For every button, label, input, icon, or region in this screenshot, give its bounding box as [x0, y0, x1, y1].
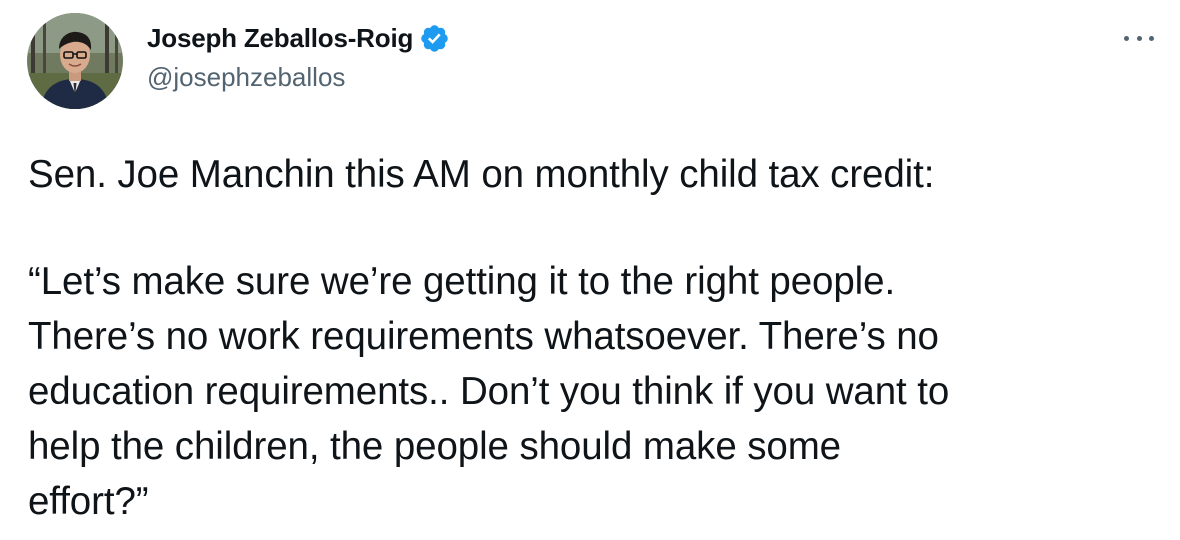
more-dot	[1149, 35, 1154, 41]
tweet-text-line: education requirements.. Don’t you think…	[28, 370, 950, 413]
more-dot	[1124, 35, 1129, 41]
more-dot	[1136, 35, 1142, 41]
author-handle[interactable]: @josephzeballos	[147, 62, 450, 93]
tweet-card: Joseph Zeballos-Roig @josephzeballos Sen…	[0, 0, 1180, 540]
verified-badge-icon	[419, 23, 450, 54]
author-display-name[interactable]: Joseph Zeballos-Roig	[147, 23, 413, 54]
author-name-row: Joseph Zeballos-Roig	[147, 22, 450, 54]
tweet-text-line: “Let’s make sure we’re getting it to the…	[28, 260, 896, 303]
tweet-text-line: effort?”	[28, 480, 149, 523]
avatar-photo	[27, 13, 123, 109]
tweet-text-line: Sen. Joe Manchin this AM on monthly chil…	[28, 153, 935, 196]
more-options-icon[interactable]	[1124, 28, 1154, 48]
tweet-text: Sen. Joe Manchin this AM on monthly chil…	[28, 147, 1168, 529]
author-block: Joseph Zeballos-Roig @josephzeballos	[147, 22, 450, 93]
tweet-text-line: There’s no work requirements whatsoever.…	[28, 315, 939, 358]
avatar[interactable]	[27, 13, 123, 109]
tweet-text-line: help the children, the people should mak…	[28, 425, 841, 468]
